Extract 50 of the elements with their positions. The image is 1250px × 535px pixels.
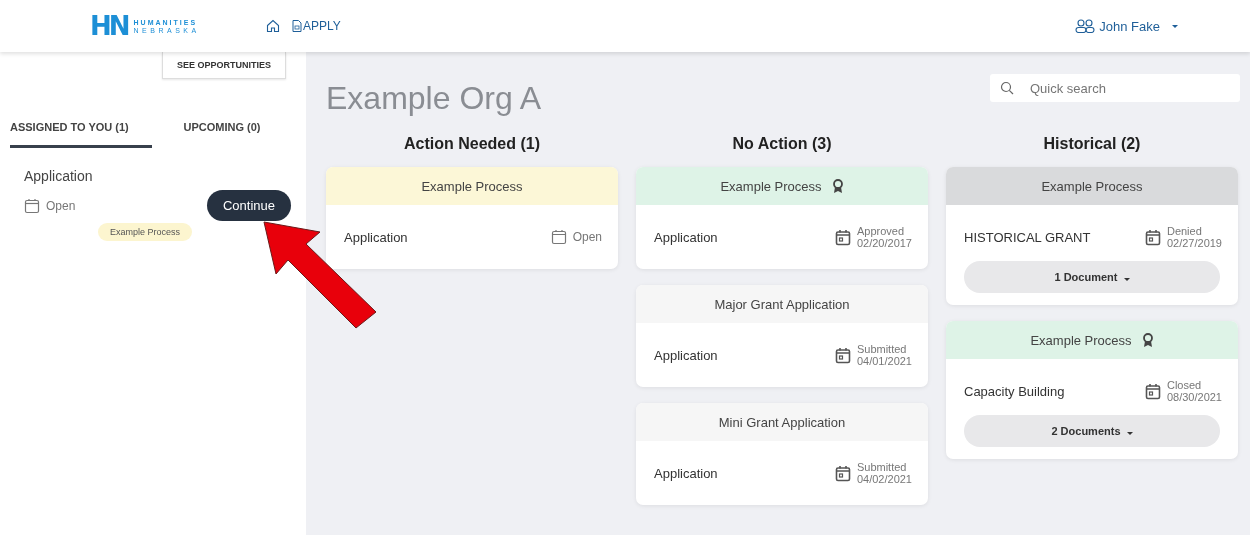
document-icon — [292, 20, 302, 32]
status-text: Open — [46, 198, 76, 213]
status-date: Denied 02/27/2019 — [1166, 224, 1222, 250]
calendar-icon — [834, 464, 851, 482]
caret-icon — [1172, 24, 1178, 28]
status-date: Closed 08/30/2021 — [1166, 378, 1222, 404]
documents-dropdown[interactable]: 2 Documents — [964, 415, 1220, 447]
calendar-icon — [834, 228, 851, 246]
apply-link[interactable]: APPLY — [292, 19, 341, 33]
application-name: Application — [654, 347, 718, 363]
application-name: Capacity Building — [964, 383, 1065, 399]
calendar-icon — [1144, 382, 1161, 400]
see-opportunities-button[interactable]: SEE OPPORTUNITIES — [161, 52, 286, 79]
caret-icon — [1123, 278, 1130, 281]
process-name: Example Process — [720, 178, 822, 194]
continue-button[interactable]: Continue — [206, 190, 291, 221]
home-icon[interactable] — [266, 19, 280, 33]
page-title: Example Org A — [326, 80, 542, 117]
search-field[interactable]: Quick search — [990, 74, 1240, 102]
calendar-icon — [1144, 228, 1161, 246]
users-icon — [1075, 19, 1096, 33]
status-date: Approved 02/20/2017 — [856, 224, 912, 250]
process-name: Example Process — [1041, 178, 1143, 194]
process-name: Mini Grant Application — [718, 414, 846, 430]
user-menu[interactable]: John Fake — [1069, 17, 1184, 35]
logo-mark: HN — [90, 13, 128, 39]
award-ribbon-icon — [831, 178, 844, 194]
process-tag: Example Process — [98, 223, 192, 241]
application-name: Application — [344, 229, 408, 245]
calendar-icon — [24, 197, 40, 214]
column-heading: Action Needed (1) — [403, 135, 541, 153]
status-date: Submitted 04/02/2021 — [856, 460, 912, 486]
application-name: Application — [654, 229, 718, 245]
item-title: Application — [24, 168, 94, 184]
process-name: Example Process — [421, 178, 523, 194]
award-ribbon-icon — [1141, 332, 1154, 348]
status-date: Submitted 04/01/2021 — [856, 342, 912, 368]
application-name: HISTORICAL GRANT — [964, 229, 1091, 245]
calendar-icon — [834, 346, 851, 364]
process-name: Major Grant Application — [714, 296, 850, 312]
tab[interactable]: ASSIGNED TO YOU (1) — [10, 113, 152, 148]
tab[interactable]: UPCOMING (0) — [152, 113, 292, 148]
application-name: Application — [654, 465, 718, 481]
column-heading: Historical (2) — [1042, 135, 1142, 153]
calendar-icon — [550, 229, 567, 245]
documents-dropdown[interactable]: 1 Document — [964, 261, 1220, 293]
process-name: Example Process — [1030, 332, 1132, 348]
column-heading: No Action (3) — [731, 135, 833, 153]
status-text: Open — [572, 230, 602, 244]
caret-icon — [1126, 432, 1133, 435]
